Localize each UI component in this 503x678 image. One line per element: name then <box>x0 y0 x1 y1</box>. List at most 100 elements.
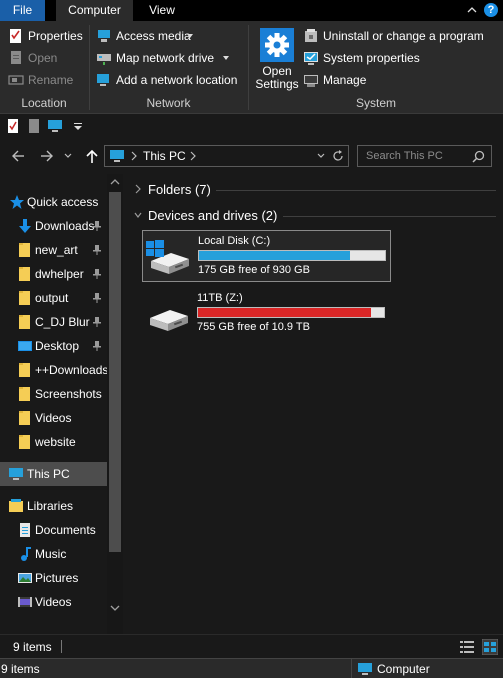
nav-item-desktop[interactable]: Desktop <box>0 334 107 358</box>
collapse-chevron-down-icon[interactable] <box>133 209 143 221</box>
nav-item-quick-access[interactable]: Quick access <box>0 190 107 214</box>
drive-free-space: 755 GB free of 10.9 TB <box>197 321 310 333</box>
pin-icon[interactable] <box>92 316 102 328</box>
document-icon[interactable] <box>26 118 42 134</box>
windows-os-drive-icon <box>146 240 189 274</box>
properties-label: Properties <box>28 29 83 43</box>
computer-monitor-icon <box>358 663 372 675</box>
up-arrow-icon[interactable] <box>84 148 100 164</box>
pin-icon[interactable] <box>92 292 102 304</box>
refresh-icon[interactable] <box>331 149 345 163</box>
nav-item-documents[interactable]: Documents <box>0 518 107 542</box>
tab-computer[interactable]: Computer <box>56 0 133 21</box>
bottom-info-strip: 9 items Computer <box>0 658 503 678</box>
folder-icon <box>19 411 30 425</box>
settings-gear-icon <box>260 28 294 62</box>
ribbon-group-location: Properties Open Rename Location <box>0 21 88 114</box>
breadcrumb-chevron-icon[interactable] <box>130 151 138 161</box>
nav-label: Downloads <box>35 219 95 233</box>
pin-icon[interactable] <box>92 268 102 280</box>
nav-item-downloads[interactable]: Downloads <box>0 214 107 238</box>
expand-chevron-right-icon[interactable] <box>133 183 143 195</box>
group-title-system: System <box>355 96 396 110</box>
rename-label: Rename <box>28 73 74 87</box>
pin-icon[interactable] <box>92 244 102 256</box>
tab-view[interactable]: View <box>140 0 184 21</box>
group-title-network: Network <box>146 96 191 110</box>
open-settings-label: Open Settings <box>253 65 301 91</box>
nav-item-dwhelper[interactable]: dwhelper <box>0 262 107 286</box>
help-button[interactable]: ? <box>484 3 498 17</box>
address-history-chevron-icon[interactable] <box>316 152 326 160</box>
nav-label: dwhelper <box>35 267 84 281</box>
nav-item-libraries[interactable]: Libraries <box>0 494 107 518</box>
ribbon-group-network: Access media Map network drive Add a net… <box>90 21 247 114</box>
computer-management-icon <box>304 75 318 87</box>
nav-item-website[interactable]: website <box>0 430 107 454</box>
nav-item-c-dj-blur[interactable]: C_DJ Blur <box>0 310 107 334</box>
address-bar[interactable]: This PC <box>104 145 349 167</box>
open-label: Open <box>28 51 58 65</box>
open-settings-line2: Settings <box>255 77 299 91</box>
open-document-icon <box>11 51 21 64</box>
open-settings-button[interactable]: Open Settings <box>253 25 301 93</box>
back-arrow-icon[interactable] <box>10 148 26 164</box>
drive-tile-c[interactable]: Local Disk (C:) 175 GB free of 930 GB <box>142 230 391 282</box>
system-properties-label: System properties <box>323 51 420 65</box>
nav-label: Screenshots <box>35 387 102 401</box>
nav-item-library-videos[interactable]: Videos <box>0 590 107 614</box>
status-bar: 9 items <box>0 634 503 658</box>
recent-locations-chevron-icon[interactable] <box>63 148 73 164</box>
nav-item-music[interactable]: Music <box>0 542 107 566</box>
folders-header-label: Folders (7) <box>148 182 211 197</box>
map-network-drive-label: Map network drive <box>116 51 215 65</box>
nav-item-pictures[interactable]: Pictures <box>0 566 107 590</box>
folder-icon <box>19 243 30 257</box>
nav-item-this-pc[interactable]: This PC <box>0 462 107 486</box>
nav-item-plus-downloads[interactable]: ++Downloads <box>0 358 108 382</box>
manage-label: Manage <box>323 73 367 87</box>
drive-tile-z[interactable]: 11TB (Z:) 755 GB free of 10.9 TB <box>142 288 391 340</box>
address-path[interactable]: This PC <box>143 149 186 163</box>
search-placeholder: Search This PC <box>366 150 443 162</box>
monitor-icon[interactable] <box>47 118 63 134</box>
nav-label-quick-access: Quick access <box>27 195 99 209</box>
strip-location-label: Computer <box>377 662 430 676</box>
nav-item-videos[interactable]: Videos <box>0 406 107 430</box>
folder-icon <box>19 291 30 305</box>
drive-free-space: 175 GB free of 930 GB <box>198 264 310 276</box>
nav-item-output[interactable]: output <box>0 286 107 310</box>
properties-checklist-icon[interactable] <box>5 118 21 134</box>
collapse-ribbon-chevron-icon[interactable] <box>467 3 477 17</box>
nav-label: new_art <box>35 243 78 257</box>
folder-icon <box>19 387 30 401</box>
chevron-down-icon <box>187 34 193 38</box>
details-view-icon[interactable] <box>459 639 475 655</box>
folder-icon <box>19 315 30 329</box>
uninstall-label: Uninstall or change a program <box>323 29 484 43</box>
large-icons-view-icon[interactable] <box>482 639 498 655</box>
nav-scrollbar[interactable] <box>107 174 123 634</box>
folder-icon <box>19 435 30 449</box>
scroll-down-arrow-icon[interactable] <box>107 600 123 616</box>
pin-icon[interactable] <box>92 220 102 232</box>
breadcrumb-chevron-icon[interactable] <box>189 151 197 161</box>
nav-label: C_DJ Blur <box>35 315 90 329</box>
search-icon[interactable] <box>472 150 485 163</box>
group-header-folders[interactable]: Folders (7) <box>123 179 503 201</box>
this-pc-monitor-icon <box>110 150 124 162</box>
network-location-icon <box>97 74 109 86</box>
devices-header-label: Devices and drives (2) <box>148 208 278 223</box>
forward-arrow-icon[interactable] <box>39 148 55 164</box>
desktop-icon <box>18 341 32 351</box>
pin-icon[interactable] <box>92 340 102 352</box>
scroll-up-arrow-icon[interactable] <box>107 174 123 190</box>
nav-item-screenshots[interactable]: Screenshots <box>0 382 107 406</box>
search-input[interactable]: Search This PC <box>357 145 492 167</box>
scroll-thumb[interactable] <box>109 192 121 552</box>
tab-file[interactable]: File <box>0 0 45 21</box>
group-header-devices[interactable]: Devices and drives (2) <box>123 205 503 227</box>
chevron-down-icon <box>223 56 229 60</box>
customize-toolbar-chevron-icon[interactable] <box>70 118 86 134</box>
nav-item-new-art[interactable]: new_art <box>0 238 107 262</box>
